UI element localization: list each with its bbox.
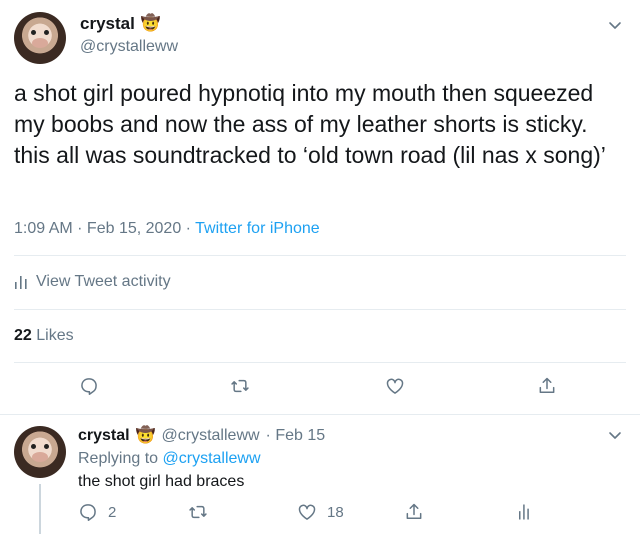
avatar[interactable] — [14, 12, 66, 64]
activity-label: View Tweet activity — [36, 273, 171, 290]
avatar-eye — [44, 30, 49, 35]
analytics-icon — [15, 276, 27, 289]
replying-prefix: Replying to — [78, 450, 159, 467]
reply-icon — [80, 504, 96, 521]
chevron-down-icon[interactable] — [608, 18, 622, 32]
analytics-icon — [519, 504, 529, 520]
reply-icon — [81, 378, 97, 395]
retweet-icon — [189, 505, 207, 519]
cowboy-emoji-icon: 🤠 — [135, 427, 156, 444]
retweet-icon — [231, 379, 249, 393]
divider — [14, 255, 626, 256]
replying-to-handle[interactable]: @crystalleww — [163, 450, 261, 467]
display-name[interactable]: crystal — [80, 14, 135, 34]
retweet-button[interactable] — [188, 502, 208, 522]
reply-count: 2 — [108, 503, 117, 521]
heart-icon — [298, 504, 316, 520]
reply-button[interactable] — [79, 376, 99, 396]
cowboy-emoji-icon: 🤠 — [140, 15, 161, 32]
tweet-timestamp[interactable]: 1:09 AM · Feb 15, 2020 — [14, 220, 181, 237]
chevron-down-icon[interactable] — [608, 428, 622, 442]
thread-divider — [0, 414, 640, 415]
likes-count: 22 — [14, 327, 32, 344]
avatar[interactable] — [14, 426, 66, 478]
avatar-eye — [31, 30, 36, 35]
like-button[interactable] — [385, 376, 405, 396]
author-handle[interactable]: @crystalleww — [80, 38, 178, 56]
retweet-button[interactable] — [230, 376, 250, 396]
analytics-button[interactable] — [514, 502, 534, 522]
avatar-eye — [31, 444, 36, 449]
tweet-text: a shot girl poured hypnotiq into my mout… — [14, 80, 606, 168]
thread-line — [39, 484, 41, 534]
share-icon — [406, 503, 422, 519]
share-button[interactable] — [404, 502, 424, 522]
likes-summary[interactable]: 22 Likes — [14, 327, 74, 345]
replying-to: Replying to @crystalleww — [78, 450, 261, 468]
heart-icon — [386, 378, 404, 394]
view-tweet-activity[interactable]: View Tweet activity — [14, 273, 171, 291]
divider — [14, 309, 626, 310]
meta-separator: · — [181, 220, 196, 237]
avatar-snout — [32, 452, 48, 462]
avatar-eye — [44, 444, 49, 449]
reply-date[interactable]: · Feb 15 — [266, 427, 326, 445]
tweet-source[interactable]: Twitter for iPhone — [195, 220, 320, 237]
tweet-meta: 1:09 AM · Feb 15, 2020 · Twitter for iPh… — [14, 220, 320, 238]
reply-button[interactable]: 2 — [78, 502, 116, 522]
like-count: 18 — [327, 503, 344, 521]
like-button[interactable]: 18 — [297, 502, 344, 522]
reply-text: the shot girl had braces — [78, 473, 245, 490]
display-name[interactable]: crystal — [78, 427, 130, 445]
author-name-row[interactable]: crystal 🤠 — [80, 14, 161, 34]
reply-header: crystal 🤠 @crystalleww · Feb 15 — [78, 427, 325, 445]
likes-label: Likes — [36, 327, 74, 344]
author-handle[interactable]: @crystalleww — [162, 427, 260, 445]
share-icon — [539, 377, 555, 393]
share-button[interactable] — [537, 376, 557, 396]
avatar-snout — [32, 38, 48, 48]
divider — [14, 362, 626, 363]
